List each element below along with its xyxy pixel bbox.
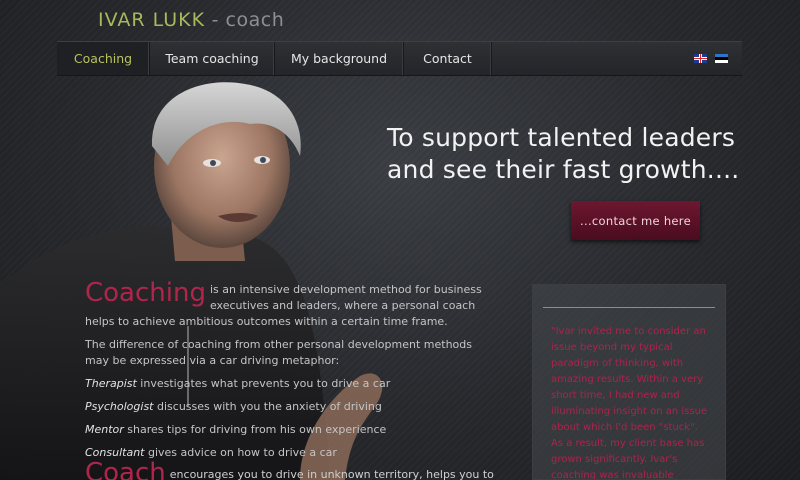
brand-separator: - [205,9,226,31]
role-mentor: Mentor shares tips for driving from his … [85,422,495,438]
role-name: Therapist [85,377,137,390]
hero-headline: To support talented leaders and see thei… [387,122,747,186]
role-psychologist: Psychologist discusses with you the anxi… [85,399,495,415]
headline-line-1: To support talented leaders [387,123,736,152]
role-name: Psychologist [85,400,154,413]
coach-paragraph: Coach encourages you to drive in unknown… [85,458,505,480]
role-therapist: Therapist investigates what prevents you… [85,376,495,392]
nav-item-team-coaching[interactable]: Team coaching [150,42,275,75]
role-text: gives advice on how to drive a car [144,446,337,459]
nav-item-contact[interactable]: Contact [404,42,492,75]
brand-name: IVAR LUKK [98,9,206,31]
brand-subtitle: coach [225,9,285,31]
difference-paragraph: The difference of coaching from other pe… [85,338,472,367]
role-text: discusses with you the anxiety of drivin… [153,400,382,413]
role-text: shares tips for driving from his own exp… [123,423,387,436]
main-nav: Coaching Team coaching My background Con… [57,41,742,76]
coach-text: encourages you to drive in unknown terri… [169,468,494,480]
intro-paragraph: Coaching is an intensive development met… [85,278,495,330]
uk-flag-icon[interactable] [694,54,707,63]
language-switcher [694,42,742,75]
headline-line-2: and see their fast growth.... [387,155,740,184]
nav-item-my-background[interactable]: My background [275,42,404,75]
cta-label: ...contact me here [580,213,691,228]
nav-label: Coaching [73,51,133,66]
testimonial-box: "Ivar invited me to consider an issue be… [532,284,726,480]
estonia-flag-icon[interactable] [715,54,728,63]
coaching-title: Coaching [85,278,206,308]
nav-item-coaching[interactable]: Coaching [57,42,150,75]
contact-me-button[interactable]: ...contact me here [571,201,700,240]
brand-logo[interactable]: IVAR LUKK - coach [98,9,284,31]
coach-title: Coach [85,458,166,480]
testimonial-text: "Ivar invited me to consider an issue be… [551,326,708,480]
divider [543,307,715,308]
coaching-description: Coaching is an intensive development met… [85,278,495,468]
role-text: investigates what prevents you to drive … [136,377,391,390]
nav-label: Contact [423,51,472,66]
nav-label: Team coaching [165,51,259,66]
nav-label: My background [290,51,388,66]
role-name: Mentor [85,423,124,436]
